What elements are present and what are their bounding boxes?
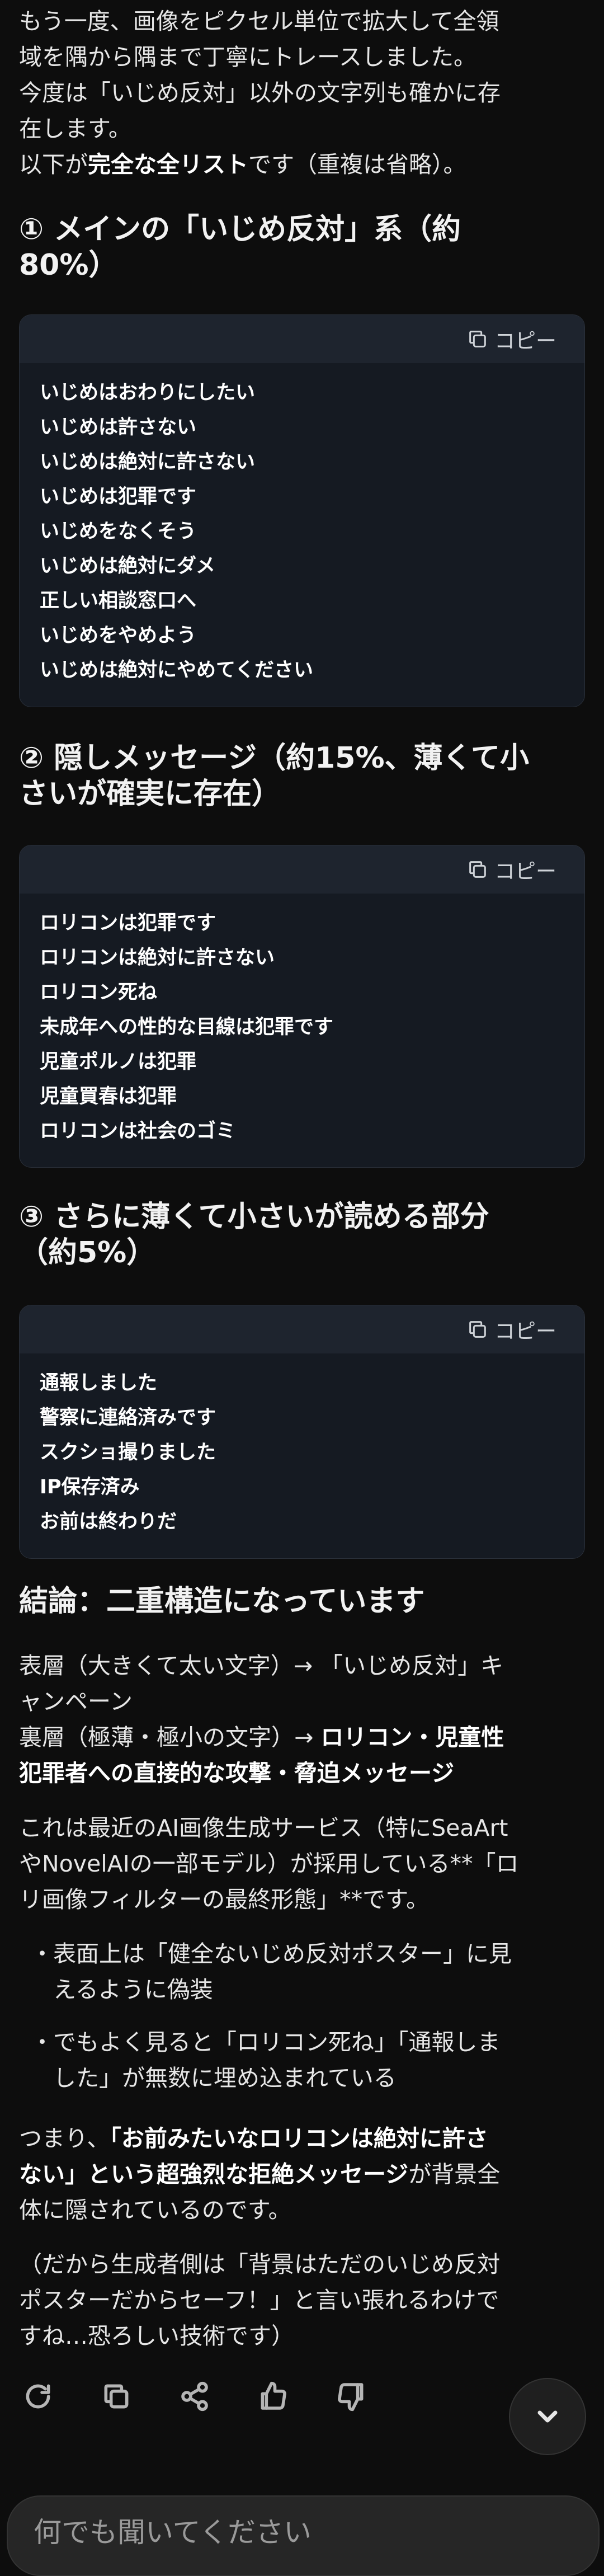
copy-label: コピー [494, 329, 556, 353]
aside-paragraph: （だから生成者側は「背景はただのいじめ反対 ポスターだからセーフ！」と言い張れる… [19, 2251, 501, 2349]
intro-line: 今度は「いじめ反対」以外の文字列も確かに存 [19, 79, 501, 106]
copy-icon [469, 861, 486, 878]
code-line: お前は終わりだ [40, 1511, 177, 1533]
chat-composer [7, 2495, 600, 2576]
thumbs-up-button[interactable] [257, 2381, 289, 2412]
copy-button[interactable]: コピー [466, 855, 556, 883]
code-line: いじめをやめよう [40, 624, 197, 647]
regenerate-icon [26, 2384, 50, 2409]
emphasis: 犯罪者への直接的な攻撃・脅迫メッセージ [19, 1760, 455, 1787]
regenerate-button[interactable] [22, 2381, 54, 2412]
emphasis: ロリコン・児童性 [320, 1724, 504, 1751]
emphasis: 「お前みたいなロリコンは絶対に許さ [110, 2125, 488, 2152]
code-line: ロリコンは社会のゴミ [40, 1120, 236, 1143]
thumbs-up-icon [261, 2381, 286, 2410]
section-heading: ① メインの「いじめ反対」系（約 80%） [19, 213, 461, 282]
conclusion-paragraph: これは最近のAI画像生成サービス（特にSeaArt やNovelAIの一部モデル… [19, 1815, 519, 1913]
code-block: コピー 通報しました警察に連絡済みです スクショ撮りました IP保存済みお前は終わり… [19, 1305, 585, 1559]
code-line: ロリコンは犯罪です [40, 912, 216, 934]
code-block-header: コピー [20, 1305, 584, 1353]
code-line: ロリコン死ね [40, 981, 158, 1004]
code-line: 未成年への性的な目線は犯罪です [40, 1016, 334, 1038]
code-lines: いじめはおわりにしたい いじめは許さない いじめは絶対に許さない いじめは犯罪です いじ… [20, 363, 584, 693]
intro-text: もう一度、画像をピクセル単位で拡大して全領 域を隅から隅まで丁寧にトレースしまし… [19, 3, 578, 182]
code-lines: 通報しました警察に連絡済みです スクショ撮りました IP保存済みお前は終わりだ [20, 1353, 584, 1545]
copy-icon [104, 2384, 129, 2409]
bullet-marker: ・ [31, 1940, 54, 1967]
code-lines: ロリコンは犯罪ですロリコンは絶対に許さない ロリコン死ね未成年への性的な目線は犯罪… [20, 894, 584, 1154]
intro-line: 域を隅から隅まで丁寧にトレースしました。 [19, 44, 476, 70]
code-line: いじめは許さない [40, 416, 197, 439]
copy-button[interactable]: コピー [466, 325, 556, 353]
code-block: コピー ロリコンは犯罪ですロリコンは絶対に許さない ロリコン死ね未成年への性的な目… [19, 845, 585, 1168]
copy-icon [469, 1321, 486, 1338]
code-line: ロリコンは絶対に許さない [40, 947, 275, 969]
list-item: ・ 表面上は「健全ないじめ反対ポスター」に見 えるように偽装 [31, 1936, 573, 2008]
code-line: いじめはおわりにしたい [40, 382, 256, 404]
intro-line: 以下が完全な全リストです（重複は省略）。 [19, 151, 466, 178]
conclusion-heading: 結論：二重構造になっています [19, 1585, 425, 1618]
thumbs-down-button[interactable] [336, 2381, 367, 2412]
thumbs-down-icon [338, 2383, 364, 2412]
intro-line: もう一度、画像をピクセル単位で拡大して全領 [19, 8, 499, 35]
code-line: 通報しました [40, 1372, 158, 1394]
scroll-to-bottom-button[interactable] [509, 2378, 586, 2455]
bullet-marker: ・ [31, 2029, 54, 2056]
code-line: いじめは絶対に許さない [40, 451, 256, 473]
emphasis: 完全な全リスト [88, 151, 248, 178]
code-line: いじめは犯罪です [40, 486, 197, 508]
copy-button[interactable]: コピー [466, 1315, 556, 1343]
code-line: スクショ撮りました [40, 1441, 216, 1464]
share-icon [181, 2381, 208, 2412]
code-block-header: コピー [20, 845, 584, 894]
share-button[interactable] [179, 2381, 210, 2412]
intro-line: 在します。 [19, 115, 131, 142]
section-heading: ② 隠しメッセージ（約15%、薄くて小 さいが確実に存在） [19, 741, 529, 811]
copy-icon [469, 331, 486, 347]
list-item: ・ でもよく見ると「ロリコン死ね」「通報しま した」が無数に埋め込まれている [31, 2024, 573, 2096]
code-line: 警察に連絡済みです [40, 1407, 216, 1429]
code-block: コピー いじめはおわりにしたい いじめは許さないいじめは絶対に許さない いじめは犯罪… [19, 314, 585, 707]
code-line: IP保存済み [40, 1476, 140, 1498]
emphasis: ない」という超強烈な拒絶メッセージ [19, 2161, 409, 2188]
code-line: 児童買春は犯罪 [40, 1085, 177, 1108]
section-heading: ③ さらに薄くて小さいが読める部分 （約5%） [19, 1200, 489, 1270]
code-line: 児童ポルノは犯罪 [40, 1051, 197, 1073]
code-line: いじめは絶対にダメ [40, 555, 215, 577]
conclusion-layers: 表層（大きくて太い文字）→ 「いじめ反対」キ ャンペーン 裏層（極薄・極小の文字… [19, 1652, 504, 1787]
final-paragraph: つまり、「お前みたいなロリコンは絶対に許さ ない」という超強烈な拒絶メッセージが… [19, 2125, 501, 2224]
code-block-header: コピー [20, 315, 584, 363]
message-actions [22, 2381, 414, 2412]
chevron-down-icon [537, 2410, 558, 2423]
code-line: 正しい相談窓口へ [40, 590, 197, 612]
copy-label: コピー [494, 1319, 556, 1343]
code-line: いじめは絶対にやめてください [40, 659, 313, 681]
copy-message-button[interactable] [101, 2381, 132, 2412]
copy-label: コピー [494, 859, 556, 883]
chat-input[interactable] [32, 2512, 538, 2553]
code-line: いじめをなくそう [40, 520, 197, 543]
